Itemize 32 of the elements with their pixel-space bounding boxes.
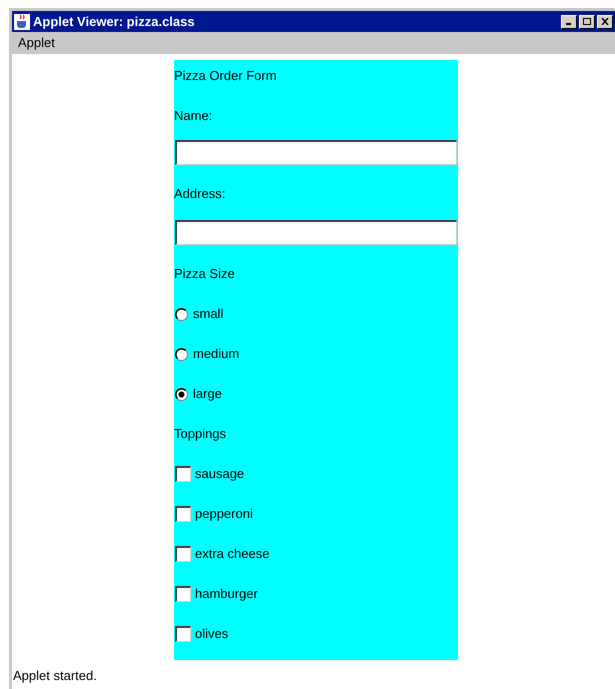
form-title: Pizza Order Form bbox=[174, 67, 277, 86]
text-field[interactable] bbox=[175, 140, 457, 165]
checkbox-label: sausage bbox=[195, 465, 244, 484]
field-label: Address: bbox=[174, 185, 226, 204]
coffee-cup-icon bbox=[14, 14, 30, 30]
checkbox[interactable] bbox=[175, 506, 191, 522]
checkbox[interactable] bbox=[175, 626, 191, 642]
section-label: Pizza Size bbox=[174, 265, 235, 284]
window-title: Applet Viewer: pizza.class bbox=[33, 12, 195, 31]
maximize-icon bbox=[583, 18, 591, 25]
radio-label: medium bbox=[193, 345, 240, 364]
checkbox[interactable] bbox=[175, 466, 191, 482]
radio-label: large bbox=[193, 385, 222, 404]
checkbox[interactable] bbox=[175, 586, 191, 602]
text-field[interactable] bbox=[175, 220, 457, 245]
maximize-button[interactable] bbox=[579, 14, 595, 28]
radio-button[interactable] bbox=[175, 308, 188, 320]
checkbox-label: extra cheese bbox=[195, 545, 270, 564]
checkbox[interactable] bbox=[175, 546, 191, 562]
field-label: Name: bbox=[174, 107, 212, 126]
section-label: Toppings bbox=[174, 425, 226, 444]
menu-item[interactable]: Applet bbox=[18, 33, 55, 53]
checkbox-label: olives bbox=[195, 625, 228, 644]
minimize-button[interactable] bbox=[561, 14, 577, 28]
close-button[interactable] bbox=[597, 14, 613, 28]
checkbox-label: hamburger bbox=[195, 585, 258, 604]
radio-label: small bbox=[193, 305, 224, 324]
close-icon bbox=[601, 18, 609, 25]
checkbox-label: pepperoni bbox=[195, 505, 253, 524]
radio-button[interactable] bbox=[175, 388, 188, 400]
radio-button[interactable] bbox=[175, 348, 188, 360]
status-text: Applet started. bbox=[13, 668, 97, 683]
